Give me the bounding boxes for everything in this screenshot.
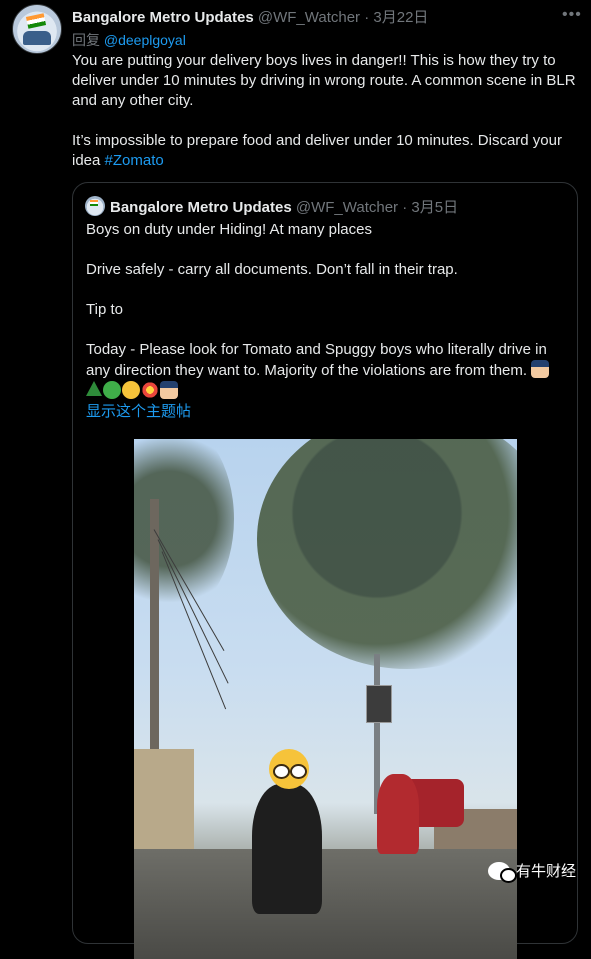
tweet-header: Bangalore Metro Updates @WF_Watcher · 3月… [72, 6, 428, 27]
tweet-text: You are putting your delivery boys lives… [72, 51, 577, 171]
show-thread-link[interactable]: 显示这个主题帖 [86, 402, 566, 422]
quoted-tweet-text: Boys on duty under Hiding! At many place… [86, 220, 566, 422]
flag-icon [25, 13, 47, 29]
tweet-date[interactable]: 3月22日 [373, 9, 428, 26]
glasses-lens [290, 764, 307, 779]
separator-dot: · [364, 9, 370, 26]
collision-emoji [141, 381, 159, 399]
police-officer-emoji [531, 360, 550, 378]
glasses-lens [273, 764, 290, 779]
reply-prefix: 回复 [72, 32, 100, 48]
separator-dot: · [402, 199, 408, 216]
hashtag-link[interactable]: #Zomato [105, 152, 164, 169]
reply-context: 回复 @deeplgoyal [72, 30, 186, 50]
rider [252, 784, 322, 914]
quoted-line-text: Today - Please look for Tomato and Spugg… [86, 341, 547, 379]
quoted-author-name: Bangalore Metro Updates [110, 199, 292, 216]
rider [377, 774, 419, 854]
evergreen-tree-emoji [86, 381, 102, 399]
author-name[interactable]: Bangalore Metro Updates [72, 9, 254, 26]
tweet-paragraph: You are putting your delivery boys lives… [72, 52, 576, 109]
tree-canopy [257, 439, 517, 669]
quoted-line: Boys on duty under Hiding! At many place… [86, 221, 372, 238]
nerd-face-emoji [269, 749, 309, 789]
flag-icon [90, 200, 98, 206]
quoted-tweet-date: 3月5日 [411, 199, 459, 216]
quoted-tweet-header: Bangalore Metro Updates @WF_Watcher · 3月… [110, 196, 458, 217]
figure-shape [23, 31, 51, 45]
road [134, 849, 517, 959]
grinning-face-emoji [122, 381, 140, 399]
quoted-avatar [85, 196, 105, 216]
watermark-text: 有牛财经 [516, 863, 577, 880]
watermark: 有牛财经 [488, 860, 577, 883]
quoted-line: Tip to [86, 301, 123, 318]
author-handle[interactable]: @WF_Watcher [258, 9, 360, 26]
reply-mention-link[interactable]: @deeplgoyal [104, 32, 186, 48]
billboard [366, 685, 392, 723]
avatar[interactable] [12, 4, 62, 54]
attached-photo[interactable] [134, 439, 517, 959]
police-officer-emoji [160, 381, 178, 399]
quoted-line: Today - Please look for Tomato and Spugg… [86, 340, 566, 422]
wechat-icon [488, 861, 517, 883]
deciduous-tree-emoji [103, 381, 121, 399]
quoted-author-handle: @WF_Watcher [295, 199, 399, 216]
quoted-line: Drive safely - carry all documents. Don’… [86, 261, 458, 278]
more-horizontal-icon[interactable]: ••• [562, 6, 582, 24]
tweet-paragraph: It’s impossible to prepare food and deli… [72, 131, 577, 171]
quoted-tweet-card[interactable]: Bangalore Metro Updates @WF_Watcher · 3月… [72, 182, 578, 959]
